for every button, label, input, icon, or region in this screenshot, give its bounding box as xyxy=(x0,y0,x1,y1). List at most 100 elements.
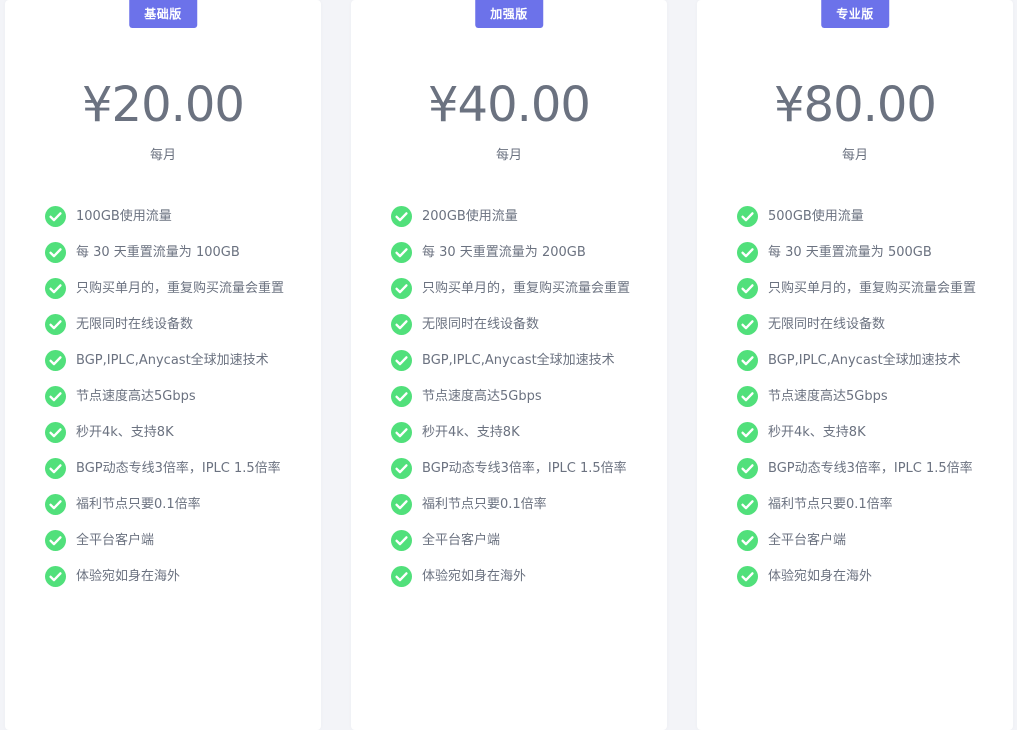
feature-text: BGP动态专线3倍率，IPLC 1.5倍率 xyxy=(422,461,627,476)
feature-text: 只购买单月的，重复购买流量会重置 xyxy=(76,281,285,296)
feature-text: 无限同时在线设备数 xyxy=(768,317,886,332)
feature-item: 秒开4k、支持8K xyxy=(391,422,631,443)
feature-text: 无限同时在线设备数 xyxy=(76,317,194,332)
check-circle-icon xyxy=(45,422,66,443)
feature-text: 体验宛如身在海外 xyxy=(76,569,181,584)
check-circle-icon xyxy=(45,314,66,335)
feature-item: 每 30 天重置流量为 100GB xyxy=(45,242,285,263)
feature-item: 无限同时在线设备数 xyxy=(737,314,977,335)
plan-card-plus[interactable]: 加强版 ¥40.00 每月 200GB使用流量 每 30 天重置流量为 200G… xyxy=(351,0,667,730)
feature-text: 体验宛如身在海外 xyxy=(768,569,873,584)
feature-text: 每 30 天重置流量为 100GB xyxy=(76,245,240,260)
feature-text: 福利节点只要0.1倍率 xyxy=(422,497,547,512)
feature-text: 200GB使用流量 xyxy=(422,209,518,224)
feature-text: 全平台客户端 xyxy=(76,533,155,548)
plan-badge: 基础版 xyxy=(129,0,197,28)
feature-text: 秒开4k、支持8K xyxy=(422,425,520,440)
feature-item: 200GB使用流量 xyxy=(391,206,631,227)
feature-item: 体验宛如身在海外 xyxy=(45,566,285,587)
feature-item: 每 30 天重置流量为 200GB xyxy=(391,242,631,263)
plan-card-basic[interactable]: 基础版 ¥20.00 每月 100GB使用流量 每 30 天重置流量为 100G… xyxy=(5,0,321,730)
check-circle-icon xyxy=(45,458,66,479)
feature-text: BGP动态专线3倍率，IPLC 1.5倍率 xyxy=(76,461,281,476)
plan-badge: 专业版 xyxy=(821,0,889,28)
feature-item: 全平台客户端 xyxy=(737,530,977,551)
check-circle-icon xyxy=(391,206,412,227)
feature-text: 只购买单月的，重复购买流量会重置 xyxy=(768,281,977,296)
feature-list: 500GB使用流量 每 30 天重置流量为 500GB 只购买单月的，重复购买流… xyxy=(737,206,977,602)
plan-price: ¥80.00 xyxy=(774,77,937,133)
check-circle-icon xyxy=(737,530,758,551)
check-circle-icon xyxy=(45,530,66,551)
feature-item: BGP,IPLC,Anycast全球加速技术 xyxy=(391,350,631,371)
feature-item: BGP,IPLC,Anycast全球加速技术 xyxy=(737,350,977,371)
check-circle-icon xyxy=(391,242,412,263)
check-circle-icon xyxy=(391,314,412,335)
check-circle-icon xyxy=(391,350,412,371)
check-circle-icon xyxy=(737,278,758,299)
feature-text: 每 30 天重置流量为 200GB xyxy=(422,245,586,260)
feature-list: 200GB使用流量 每 30 天重置流量为 200GB 只购买单月的，重复购买流… xyxy=(391,206,631,602)
check-circle-icon xyxy=(391,530,412,551)
feature-item: 秒开4k、支持8K xyxy=(737,422,977,443)
feature-item: 节点速度高达5Gbps xyxy=(391,386,631,407)
check-circle-icon xyxy=(391,494,412,515)
feature-item: 福利节点只要0.1倍率 xyxy=(391,494,631,515)
check-circle-icon xyxy=(45,206,66,227)
feature-item: 福利节点只要0.1倍率 xyxy=(45,494,285,515)
feature-item: 秒开4k、支持8K xyxy=(45,422,285,443)
check-circle-icon xyxy=(391,566,412,587)
feature-text: 100GB使用流量 xyxy=(76,209,172,224)
feature-item: 只购买单月的，重复购买流量会重置 xyxy=(45,278,285,299)
feature-text: 节点速度高达5Gbps xyxy=(76,389,196,404)
feature-text: 每 30 天重置流量为 500GB xyxy=(768,245,932,260)
feature-text: 无限同时在线设备数 xyxy=(422,317,540,332)
feature-item: 全平台客户端 xyxy=(391,530,631,551)
feature-item: 节点速度高达5Gbps xyxy=(737,386,977,407)
feature-text: 节点速度高达5Gbps xyxy=(768,389,888,404)
check-circle-icon xyxy=(45,278,66,299)
feature-text: 秒开4k、支持8K xyxy=(76,425,174,440)
feature-item: 无限同时在线设备数 xyxy=(45,314,285,335)
feature-text: 只购买单月的，重复购买流量会重置 xyxy=(422,281,631,296)
plan-card-pro[interactable]: 专业版 ¥80.00 每月 500GB使用流量 每 30 天重置流量为 500G… xyxy=(697,0,1013,730)
check-circle-icon xyxy=(391,458,412,479)
check-circle-icon xyxy=(737,494,758,515)
feature-item: 全平台客户端 xyxy=(45,530,285,551)
plan-price: ¥20.00 xyxy=(82,77,245,133)
check-circle-icon xyxy=(45,494,66,515)
feature-item: BGP动态专线3倍率，IPLC 1.5倍率 xyxy=(737,458,977,479)
feature-item: 体验宛如身在海外 xyxy=(737,566,977,587)
feature-text: BGP,IPLC,Anycast全球加速技术 xyxy=(422,353,615,368)
feature-text: 全平台客户端 xyxy=(422,533,501,548)
feature-item: 每 30 天重置流量为 500GB xyxy=(737,242,977,263)
plan-period: 每月 xyxy=(495,148,522,163)
feature-text: BGP,IPLC,Anycast全球加速技术 xyxy=(76,353,269,368)
feature-item: 节点速度高达5Gbps xyxy=(45,386,285,407)
feature-item: BGP动态专线3倍率，IPLC 1.5倍率 xyxy=(45,458,285,479)
feature-item: 500GB使用流量 xyxy=(737,206,977,227)
feature-item: 100GB使用流量 xyxy=(45,206,285,227)
plan-badge: 加强版 xyxy=(475,0,543,28)
feature-text: 秒开4k、支持8K xyxy=(768,425,866,440)
feature-text: 节点速度高达5Gbps xyxy=(422,389,542,404)
check-circle-icon xyxy=(737,242,758,263)
check-circle-icon xyxy=(737,458,758,479)
check-circle-icon xyxy=(45,386,66,407)
feature-item: 只购买单月的，重复购买流量会重置 xyxy=(391,278,631,299)
check-circle-icon xyxy=(45,350,66,371)
check-circle-icon xyxy=(737,314,758,335)
check-circle-icon xyxy=(737,566,758,587)
plan-period: 每月 xyxy=(149,148,176,163)
check-circle-icon xyxy=(391,278,412,299)
feature-item: 无限同时在线设备数 xyxy=(391,314,631,335)
feature-text: 全平台客户端 xyxy=(768,533,847,548)
check-circle-icon xyxy=(45,566,66,587)
feature-item: BGP动态专线3倍率，IPLC 1.5倍率 xyxy=(391,458,631,479)
feature-item: 只购买单月的，重复购买流量会重置 xyxy=(737,278,977,299)
feature-item: BGP,IPLC,Anycast全球加速技术 xyxy=(45,350,285,371)
feature-item: 福利节点只要0.1倍率 xyxy=(737,494,977,515)
check-circle-icon xyxy=(391,386,412,407)
check-circle-icon xyxy=(737,386,758,407)
feature-item: 体验宛如身在海外 xyxy=(391,566,631,587)
